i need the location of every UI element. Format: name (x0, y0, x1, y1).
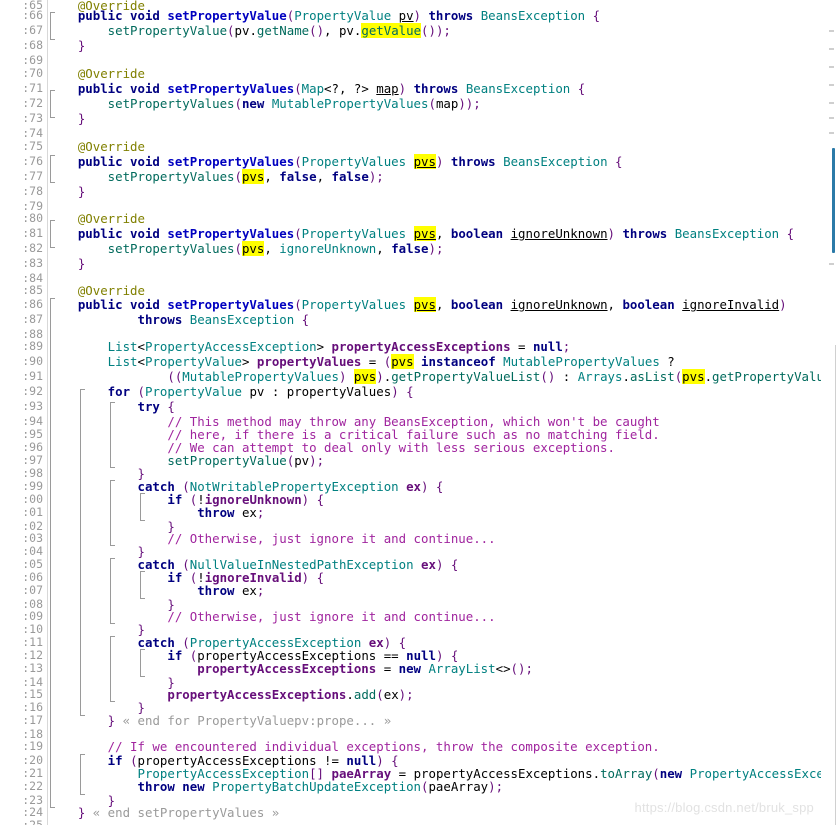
line-number: 13: (22, 662, 43, 675)
line-number: 87: (22, 313, 43, 326)
code-line: propertyAccessExceptions = new ArrayList… (48, 661, 533, 676)
line-number: 17: (22, 714, 43, 727)
line-number: 67: (22, 24, 43, 37)
line-number: 25: (0, 819, 43, 825)
line-number: 24: (22, 806, 43, 819)
line-number: 04: (22, 545, 43, 558)
line-number: 01: (22, 506, 43, 519)
line-number: 05: (22, 558, 43, 571)
code-line: throw ex; (48, 505, 265, 520)
line-number: 74: (22, 127, 43, 140)
code-line: throw new PropertyBatchUpdateException(p… (48, 779, 504, 794)
code-editor[interactable]: 65: 66: 67: 68: 69: 70: 71: 72: 73: 74: 75: 76: 77: 7… (0, 0, 836, 825)
line-number: 85: (22, 284, 43, 297)
code-line: setPropertyValues(pvs, false, false); (48, 169, 384, 184)
scrollbar-marker (829, 48, 834, 50)
code-line: } (48, 111, 86, 126)
code-line: public void setPropertyValues(Map<?, ?> … (48, 81, 586, 96)
line-number: 71: (22, 82, 43, 95)
line-number: 70: (22, 67, 43, 80)
code-line: throws BeansException { (48, 312, 310, 327)
line-number: 06: (22, 571, 43, 584)
code-line: @Override (48, 139, 145, 154)
code-line: } (48, 256, 86, 271)
code-line: } (48, 38, 86, 53)
scrollbar-marker (829, 30, 834, 32)
code-line: @Override (48, 283, 145, 298)
line-number: 20: (22, 754, 43, 767)
line-number: 98: (22, 467, 43, 480)
line-number: 09: (22, 610, 43, 623)
code-line: public void setPropertyValue(PropertyVal… (48, 8, 601, 23)
code-line: } « end setPropertyValues » (48, 805, 280, 820)
editor-gutter[interactable]: 65: 66: 67: 68: 69: 70: 71: 72: 73: 74: 75: 76: 77: 7… (0, 0, 48, 825)
code-line: setPropertyValues(new MutablePropertyVal… (48, 96, 481, 111)
code-line: setPropertyValues(pvs, ignoreUnknown, fa… (48, 241, 444, 256)
line-number: 76: (22, 155, 43, 168)
line-number: 91: (22, 370, 43, 383)
line-number: 78: (22, 185, 43, 198)
code-line: @Override (48, 211, 145, 226)
line-number: 90: (22, 355, 43, 368)
code-line: List<PropertyValue> propertyValues = (pv… (48, 354, 675, 369)
scrollbar-marker (829, 132, 834, 134)
line-number: 92: (22, 385, 43, 398)
line-number: 00: (22, 493, 43, 506)
code-line: public void setPropertyValues(PropertyVa… (48, 297, 787, 312)
line-number: 86: (22, 298, 43, 311)
scrollbar-thumb[interactable] (832, 148, 835, 253)
code-line: // If we encountered individual exceptio… (48, 739, 660, 754)
line-number: 10: (22, 623, 43, 636)
line-number: 97: (22, 454, 43, 467)
line-number: 03: (22, 532, 43, 545)
editor-scrollbar[interactable] (821, 0, 836, 825)
code-line: @Override (48, 66, 145, 81)
line-number: 11: (22, 636, 43, 649)
line-number: 66: (22, 9, 43, 22)
line-number: 12: (22, 649, 43, 662)
code-line: for (PropertyValue pv : propertyValues) … (48, 384, 414, 399)
code-line: try { (48, 399, 175, 414)
fold-label-method[interactable]: « end setPropertyValues » (93, 805, 280, 820)
code-line: public void setPropertyValues(PropertyVa… (48, 154, 623, 169)
scrollbar-marker (829, 66, 834, 68)
line-number: 75: (22, 140, 43, 153)
line-number: 16: (22, 701, 43, 714)
line-number: 94: (22, 415, 43, 428)
line-number: 73: (22, 112, 43, 125)
line-number: 96: (22, 441, 43, 454)
fold-label-for[interactable]: « end for PropertyValuepv:prope... » (123, 713, 392, 728)
line-number: 82: (22, 242, 43, 255)
line-number: 21: (22, 767, 43, 780)
code-line: setPropertyValue(pv.getName(), pv.getVal… (48, 23, 451, 38)
scrollbar-marker (829, 263, 834, 265)
line-number: 69: (22, 54, 43, 67)
line-number: 22: (22, 780, 43, 793)
line-number: 15: (22, 688, 43, 701)
line-number: 19: (22, 740, 43, 753)
code-line: public void setPropertyValues(PropertyVa… (48, 226, 795, 241)
code-line: } (48, 184, 86, 199)
line-number: 83: (22, 257, 43, 270)
code-content[interactable]: @Override public void setPropertyValue(P… (48, 0, 836, 825)
line-number: 80: (22, 212, 43, 225)
scrollbar-marker (829, 102, 834, 104)
line-number: 89: (22, 340, 43, 353)
code-line: } « end for PropertyValuepv:prope... » (48, 713, 392, 728)
line-number: 77: (22, 170, 43, 183)
scrollbar-marker (829, 84, 834, 86)
code-line: List<PropertyAccessException> propertyAc… (48, 339, 571, 354)
watermark: https://blog.csdn.net/bruk_spp (634, 800, 814, 815)
code-line: ((MutablePropertyValues) pvs).getPropert… (48, 369, 836, 384)
line-number: 95: (22, 428, 43, 441)
line-number: 99: (22, 480, 43, 493)
line-number: 81: (22, 227, 43, 240)
scrollbar-marker (829, 117, 834, 119)
line-number: 68: (22, 39, 43, 52)
line-number: 07: (22, 584, 43, 597)
line-number: 72: (22, 97, 43, 110)
code-line: throw ex; (48, 583, 265, 598)
line-number: 93: (22, 400, 43, 413)
